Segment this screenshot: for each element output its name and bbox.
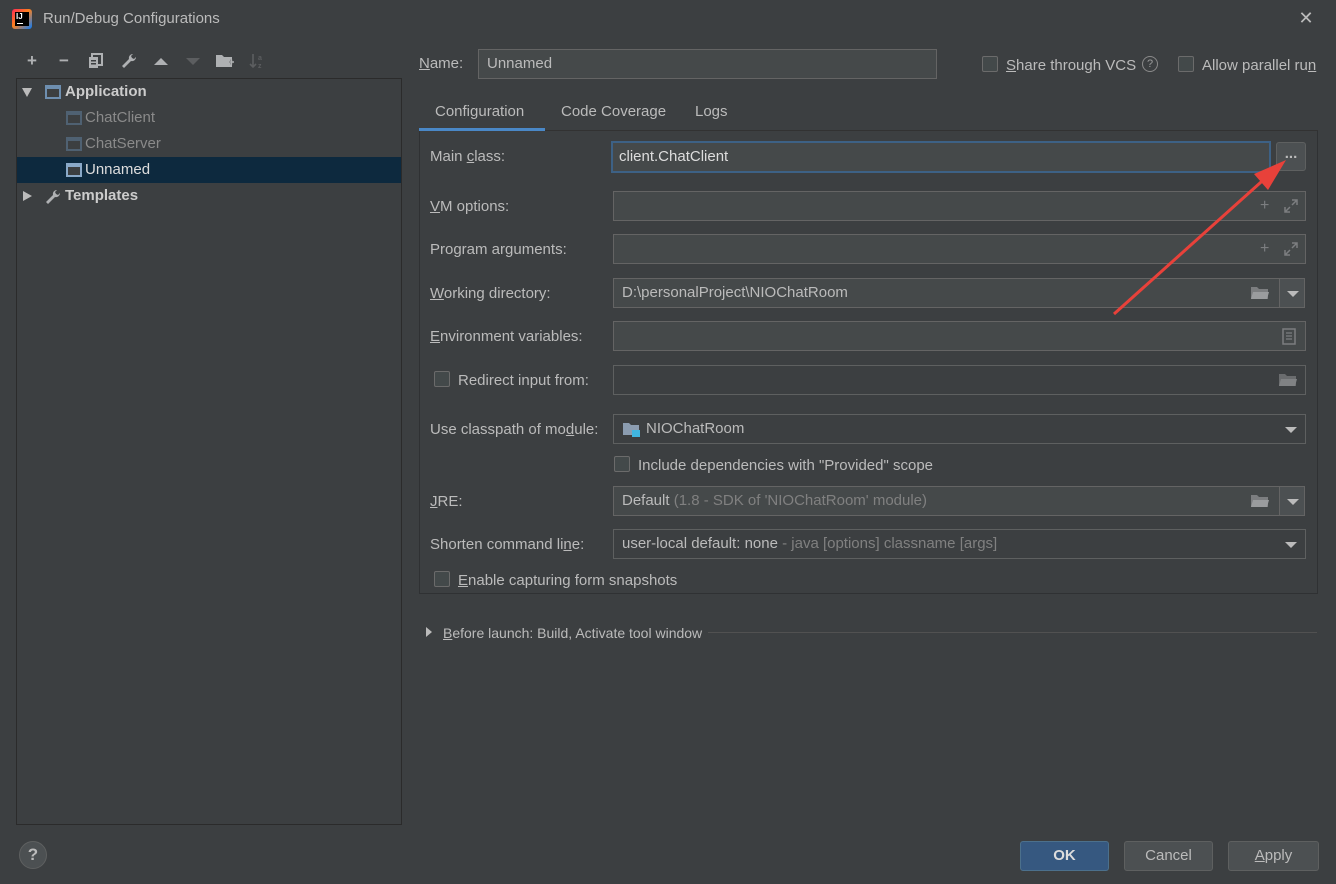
tree-label-templates: Templates [65, 187, 139, 204]
tree-label: ChatServer [85, 135, 161, 152]
collapse-icon[interactable] [23, 191, 32, 201]
working-directory-label: Working directory: [430, 285, 551, 302]
wrench-icon[interactable] [118, 50, 140, 72]
tree-node-application[interactable]: Application [17, 79, 401, 105]
working-directory-value: D:\personalProject\NIOChatRoom [622, 284, 848, 301]
chevron-down-icon [1287, 499, 1299, 505]
tree-item-chatclient[interactable]: ChatClient [17, 105, 401, 131]
chevron-down-icon [1285, 427, 1297, 433]
shorten-hint: - java [options] classname [args] [777, 535, 998, 552]
tree-item-chatserver[interactable]: ChatServer [17, 131, 401, 157]
tab-code-coverage[interactable]: Code Coverage [561, 101, 666, 131]
copy-icon[interactable] [85, 50, 107, 72]
tree-node-templates[interactable]: Templates [17, 183, 401, 209]
tree-label: Unnamed [85, 161, 151, 178]
environment-variables-label: Environment variables: [430, 328, 583, 345]
jre-hint: (1.8 - SDK of 'NIOChatRoom' module) [669, 492, 928, 509]
application-config-icon [66, 163, 82, 177]
move-down-icon[interactable] [182, 50, 204, 72]
classpath-module-label: Use classpath of module: [430, 421, 599, 438]
expand-icon[interactable] [22, 88, 32, 97]
application-icon [45, 85, 61, 99]
shorten-command-line-select[interactable]: user-local default: none - java [options… [613, 529, 1306, 559]
help-button[interactable]: ? [19, 841, 47, 869]
jre-input[interactable]: Default (1.8 - SDK of 'NIOChatRoom' modu… [613, 486, 1280, 516]
remove-icon[interactable]: − [53, 50, 75, 72]
move-up-icon[interactable] [150, 50, 172, 72]
cancel-button[interactable]: Cancel [1124, 841, 1213, 871]
main-class-label: Main class: [430, 148, 506, 165]
redirect-input-label[interactable]: Redirect input from: [458, 372, 589, 389]
apply-button[interactable]: Apply [1228, 841, 1319, 871]
include-dependencies-label[interactable]: Include dependencies with "Provided" sco… [638, 457, 933, 474]
enable-snapshots-checkbox[interactable] [434, 571, 450, 587]
application-config-icon [66, 111, 82, 125]
share-vcs-checkbox[interactable] [982, 56, 998, 72]
redirect-input-field [613, 365, 1306, 395]
expand-before-launch-icon[interactable] [426, 627, 432, 637]
classpath-module-select[interactable]: NIOChatRoom [613, 414, 1306, 444]
jre-value: Default [622, 492, 670, 509]
svg-text:z: z [258, 63, 262, 70]
include-dependencies-checkbox[interactable] [614, 456, 630, 472]
program-arguments-label: Program arguments: [430, 241, 567, 258]
tree-item-unnamed[interactable]: Unnamed [17, 157, 401, 183]
module-folder-icon [623, 423, 640, 437]
environment-variables-input[interactable] [613, 321, 1306, 351]
allow-parallel-checkbox[interactable] [1178, 56, 1194, 72]
jre-dropdown[interactable] [1279, 486, 1305, 516]
application-config-icon [66, 137, 82, 151]
before-launch-label[interactable]: Before launch: Build, Activate tool wind… [443, 625, 702, 641]
allow-parallel-label[interactable]: Allow parallel run [1202, 57, 1316, 74]
new-folder-icon[interactable] [214, 50, 236, 72]
svg-text:a: a [258, 55, 262, 62]
tab-configuration[interactable]: Configuration [435, 101, 524, 131]
redirect-input-checkbox[interactable] [434, 371, 450, 387]
before-launch-divider [708, 632, 1317, 633]
shorten-value: user-local default: none [622, 535, 778, 552]
help-icon[interactable]: ? [1142, 56, 1158, 72]
folder-icon[interactable] [1250, 493, 1270, 509]
enable-snapshots-label[interactable]: Enable capturing form snapshots [458, 572, 677, 589]
configuration-tree[interactable]: Application ChatClient ChatServer Unname… [16, 78, 402, 825]
tree-label-application: Application [65, 83, 147, 100]
intellij-app-icon: IJ [12, 9, 32, 29]
add-icon[interactable]: + [21, 50, 43, 72]
shorten-command-line-label: Shorten command line: [430, 536, 585, 553]
close-icon[interactable]: ✕ [1296, 8, 1316, 28]
vm-options-label: VM options: [430, 198, 510, 215]
name-input[interactable]: Unnamed [478, 49, 937, 79]
chevron-down-icon [1285, 542, 1297, 548]
window-title: Run/Debug Configurations [43, 10, 220, 27]
annotation-arrow [1112, 160, 1286, 316]
sort-icon[interactable]: az [247, 50, 269, 72]
jre-label: JRE: [430, 493, 463, 510]
share-vcs-label[interactable]: Share through VCS [1006, 57, 1136, 74]
ok-button[interactable]: OK [1020, 841, 1109, 871]
tab-logs[interactable]: Logs [695, 101, 728, 131]
document-icon[interactable] [1282, 328, 1296, 345]
folder-icon[interactable] [1278, 372, 1298, 388]
name-label: Name: [419, 55, 464, 72]
tree-label: ChatClient [85, 109, 156, 126]
wrench-icon [46, 189, 61, 204]
module-value: NIOChatRoom [646, 420, 745, 437]
